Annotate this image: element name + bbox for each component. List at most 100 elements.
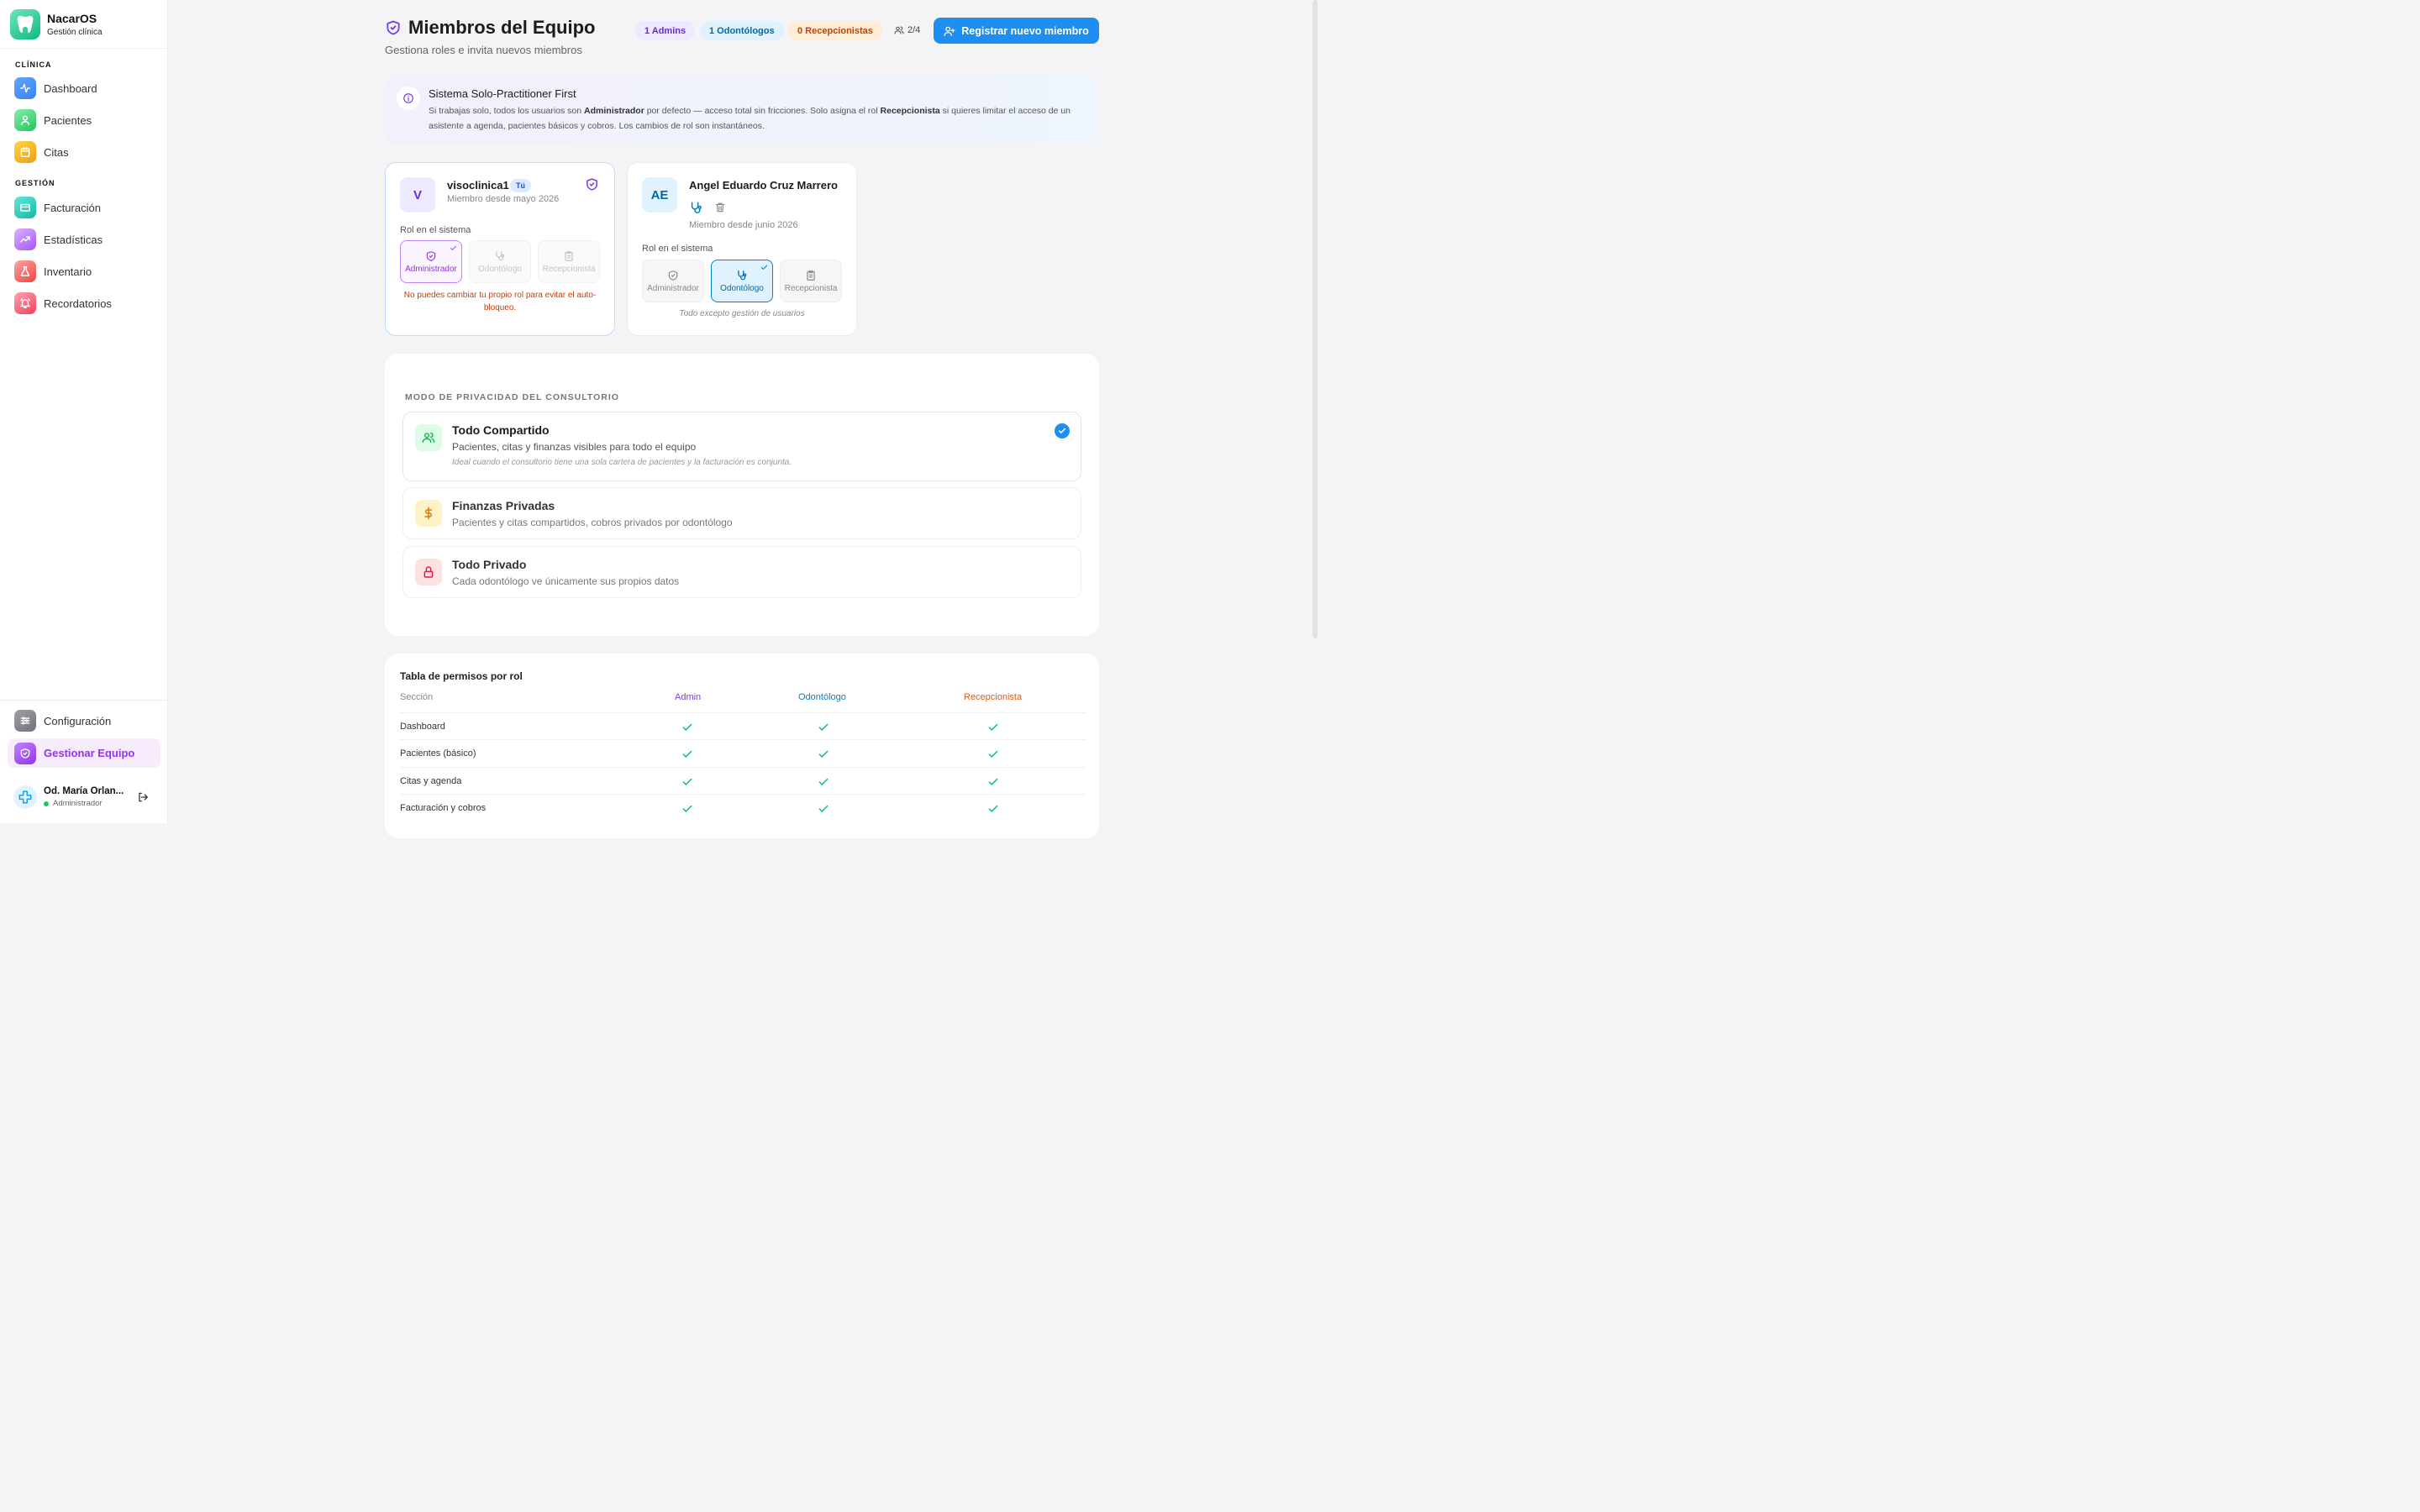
page-title: Miembros del Equipo	[408, 17, 596, 38]
role-option-label: Recepcionista	[542, 264, 596, 274]
shield-check-icon	[385, 19, 402, 36]
app-subtitle: Gestión clínica	[47, 27, 103, 37]
privacy-mode-card: MODO DE PRIVACIDAD DEL CONSULTORIO Todo …	[385, 354, 1099, 636]
check-icon	[682, 805, 692, 812]
clipboard-icon	[565, 250, 573, 261]
shield-icon	[668, 270, 678, 281]
member-card-visoclinica1: V visoclinica1 Tú Miembro desde mayo 202…	[385, 162, 615, 336]
info-title: Sistema Solo-Practitioner First	[429, 87, 576, 100]
member-name: Angel Eduardo Cruz Marrero	[689, 179, 838, 192]
member-name: visoclinica1	[447, 179, 509, 192]
role-option-label: Odontólogo	[478, 264, 522, 274]
sidebar-item-gestionar-equipo[interactable]: Gestionar Equipo	[8, 738, 160, 768]
table-cell-section: Citas y agenda	[400, 776, 462, 786]
avatar	[13, 785, 37, 809]
check-icon	[818, 778, 829, 785]
sidebar-item-dashboard[interactable]: Dashboard	[8, 74, 160, 102]
check-icon	[988, 750, 998, 758]
privacy-option-desc: Pacientes, citas y finanzas visibles par…	[452, 441, 697, 453]
sidebar: NacarOS Gestión clínica CLÍNICA Dashboar…	[0, 0, 168, 823]
flask-icon	[14, 260, 36, 282]
trash-icon[interactable]	[714, 202, 726, 213]
sidebar-item-label: Recordatorios	[44, 297, 112, 310]
info-banner: Sistema Solo-Practitioner First Si traba…	[385, 76, 1099, 144]
role-option-odontologo[interactable]: Odontólogo	[711, 260, 773, 302]
privacy-heading: MODO DE PRIVACIDAD DEL CONSULTORIO	[405, 392, 619, 402]
sidebar-item-inventario[interactable]: Inventario	[8, 257, 160, 286]
self-role-warning: No puedes cambiar tu propio rol para evi…	[403, 291, 597, 312]
role-option-odontologo: Odontólogo	[469, 240, 531, 283]
credit-card-icon	[14, 197, 36, 218]
role-option-recepcionista: Recepcionista	[538, 240, 600, 283]
role-note: Todo excepto gestión de usuarios	[679, 309, 805, 318]
app-header: NacarOS Gestión clínica	[0, 0, 167, 49]
sidebar-item-recordatorios[interactable]: Recordatorios	[8, 289, 160, 318]
info-text: Si trabajas solo, todos los usuarios son…	[429, 103, 1089, 134]
privacy-option-todo-privado[interactable]: Todo Privado Cada odontólogo ve únicamen…	[402, 546, 1081, 598]
odontologos-count-badge: 1 Odontólogos	[700, 21, 784, 40]
check-icon	[818, 723, 829, 731]
user-role: Administrador	[53, 799, 103, 808]
shield-icon	[426, 250, 436, 261]
sidebar-item-label: Estadísticas	[44, 233, 103, 246]
table-header: Sección Admin Odontólogo Recepcionista	[400, 692, 1086, 712]
check-icon	[450, 245, 457, 251]
member-since: Miembro desde junio 2026	[689, 220, 798, 230]
privacy-option-desc: Cada odontólogo ve únicamente sus propio…	[452, 575, 680, 587]
sidebar-item-label: Dashboard	[44, 81, 97, 95]
privacy-option-todo-compartido[interactable]: Todo Compartido Pacientes, citas y finan…	[402, 412, 1081, 481]
permissions-title: Tabla de permisos por rol	[400, 670, 523, 682]
app-name: NacarOS	[47, 11, 97, 25]
section-label-gestion: GESTIÓN	[15, 179, 55, 187]
recepcionistas-count-badge: 0 Recepcionistas	[788, 21, 882, 40]
register-member-button[interactable]: Registrar nuevo miembro	[934, 18, 1099, 44]
caduceus-icon	[18, 790, 32, 804]
shield-check-icon	[585, 177, 599, 192]
check-icon	[818, 805, 829, 812]
table-cell-section: Pacientes (básico)	[400, 748, 476, 759]
check-icon	[988, 778, 998, 785]
permissions-table-card: Tabla de permisos por rol Sección Admin …	[385, 654, 1099, 838]
sidebar-item-pacientes[interactable]: Pacientes	[8, 106, 160, 134]
stethoscope-icon	[689, 201, 703, 215]
logout-icon[interactable]	[137, 791, 149, 803]
privacy-option-finanzas-privadas[interactable]: Finanzas Privadas Pacientes y citas comp…	[402, 487, 1081, 539]
role-option-label: Administrador	[647, 283, 699, 293]
role-option-label: Administrador	[405, 264, 457, 274]
avatar: V	[400, 177, 435, 213]
check-icon	[682, 723, 692, 731]
role-option-recepcionista[interactable]: Recepcionista	[780, 260, 842, 302]
user-icon	[14, 109, 36, 131]
role-option-label: Odontólogo	[720, 283, 764, 293]
member-count-label: 2/4	[908, 25, 921, 35]
section-label-clinica: CLÍNICA	[15, 60, 52, 69]
table-row: Facturación y cobros	[400, 794, 1086, 821]
role-option-label: Recepcionista	[784, 283, 838, 293]
sliders-icon	[14, 710, 36, 732]
sidebar-item-configuracion[interactable]: Configuración	[8, 706, 160, 735]
privacy-option-note: Ideal cuando el consultorio tiene una so…	[452, 458, 792, 467]
selected-check-icon	[1055, 423, 1070, 438]
sidebar-item-estadisticas[interactable]: Estadísticas	[8, 225, 160, 254]
register-member-label: Registrar nuevo miembro	[961, 24, 1089, 37]
page-subtitle: Gestiona roles e invita nuevos miembros	[385, 44, 582, 56]
sidebar-item-label: Facturación	[44, 201, 101, 214]
info-icon	[397, 87, 420, 110]
tooth-logo-icon	[10, 8, 40, 39]
info-text-part: por defecto — acceso total sin friccione…	[644, 106, 881, 116]
table-row: Dashboard	[400, 712, 1086, 739]
info-text-part: Si trabajas solo, todos los usuarios son	[429, 106, 585, 116]
sidebar-item-citas[interactable]: Citas	[8, 138, 160, 166]
column-header-admin: Admin	[675, 692, 702, 702]
admins-count-badge: 1 Admins	[635, 21, 696, 40]
role-option-administrador[interactable]: Administrador	[642, 260, 704, 302]
sidebar-item-facturacion[interactable]: Facturación	[8, 193, 160, 222]
info-text-strong: Administrador	[584, 106, 644, 116]
privacy-option-desc: Pacientes y citas compartidos, cobros pr…	[452, 517, 733, 528]
check-icon	[988, 723, 998, 731]
scrollbar[interactable]	[1313, 0, 1318, 638]
check-icon	[988, 805, 998, 812]
user-profile[interactable]: Od. María Orlan... Administrador	[13, 785, 156, 809]
table-cell-section: Dashboard	[400, 722, 445, 732]
role-option-administrador: Administrador	[400, 240, 462, 283]
